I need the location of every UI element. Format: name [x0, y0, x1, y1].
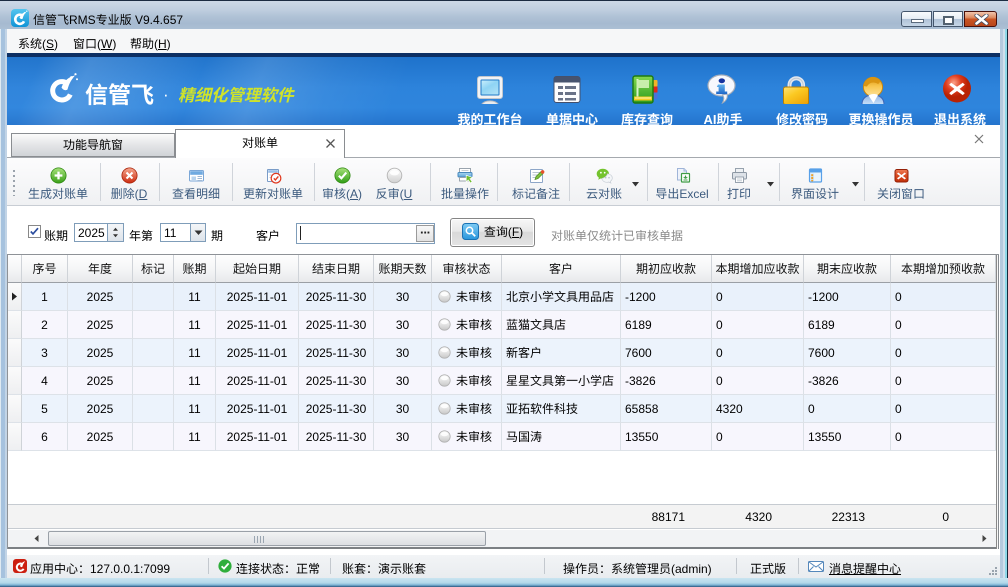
svg-text:信管飞: 信管飞 — [85, 76, 154, 110]
svg-text:·: · — [163, 85, 169, 104]
svg-text:精细化管理软件: 精细化管理软件 — [178, 82, 295, 106]
